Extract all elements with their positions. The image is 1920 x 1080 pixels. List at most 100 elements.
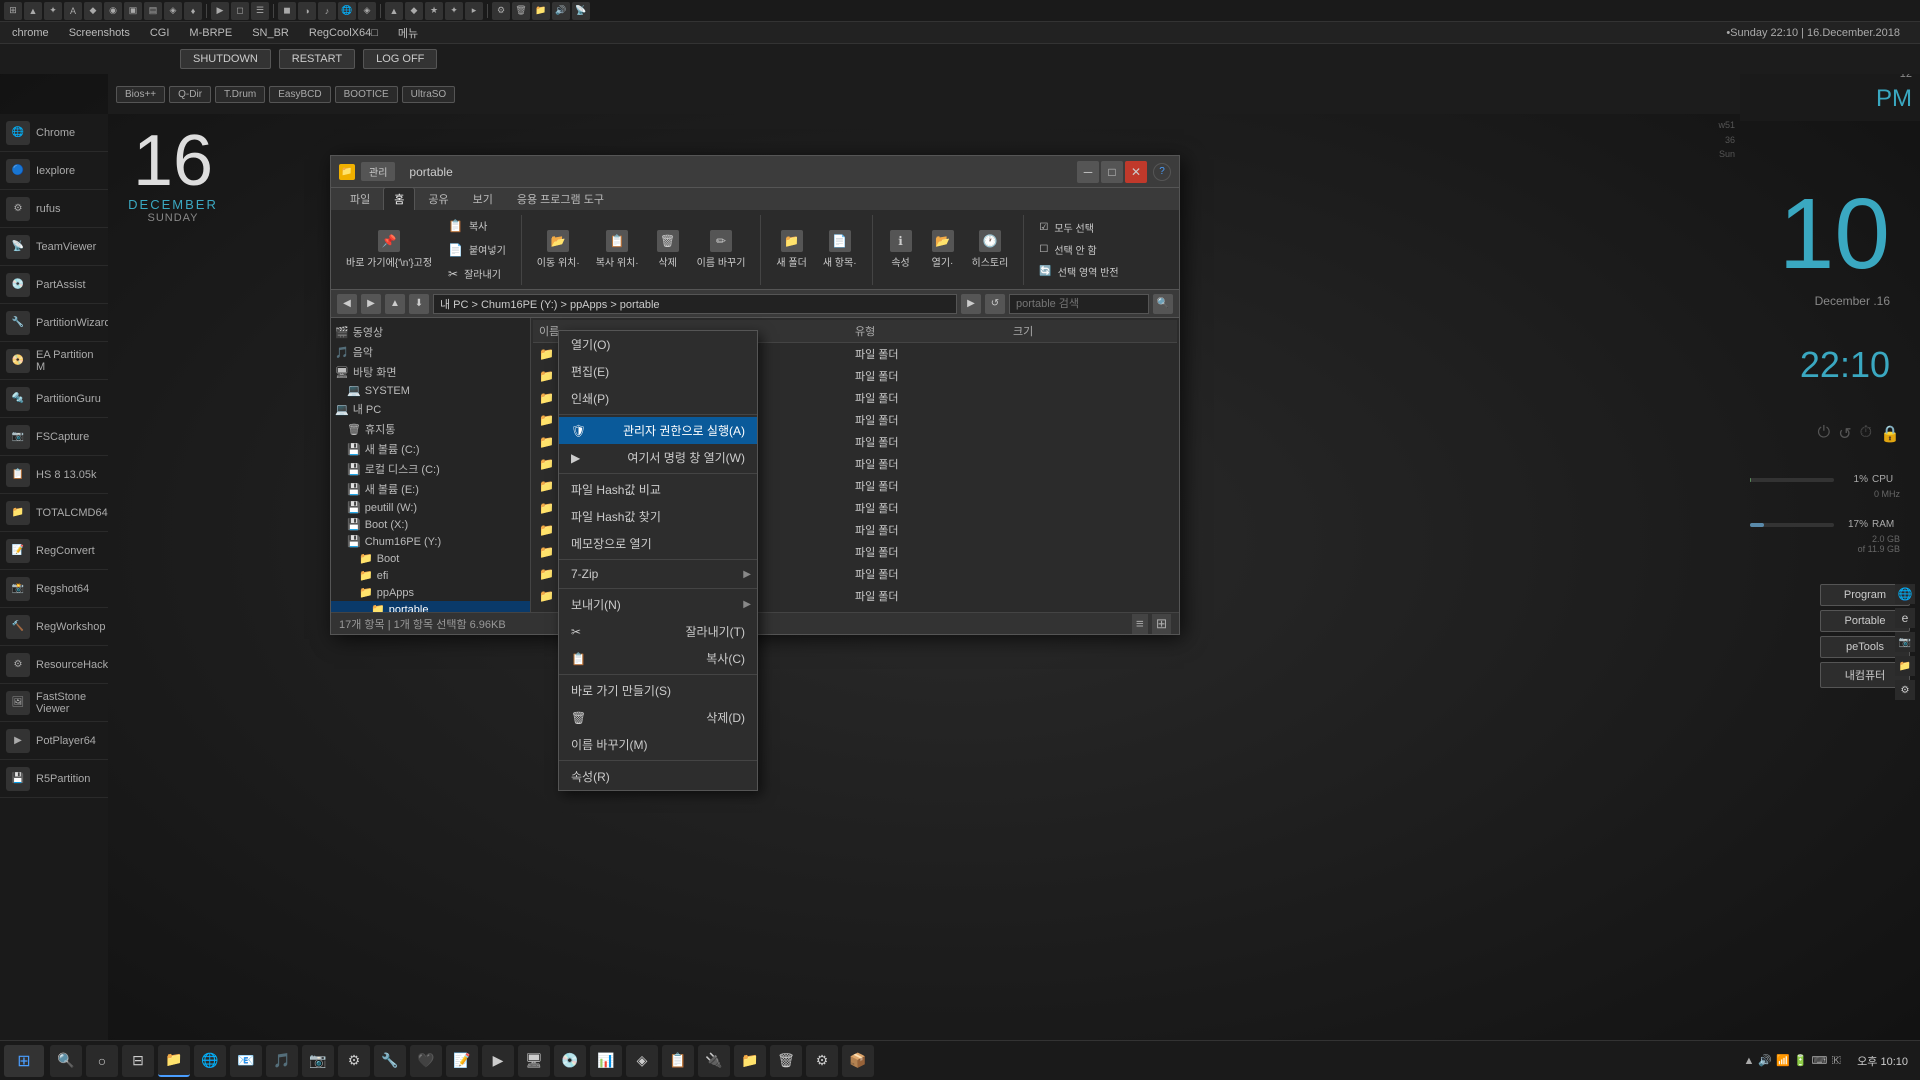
toolbar-icon-25[interactable]: 📁 [532, 2, 550, 20]
start-button[interactable]: ⊞ [4, 1045, 44, 1077]
sidebar-item-faststone[interactable]: 🖼 FastStone Viewer [0, 684, 108, 722]
taskbar-photo-icon[interactable]: 📷 [302, 1045, 334, 1077]
ctx-create-shortcut[interactable]: 바로 가기 만들기(S) [559, 677, 757, 704]
refresh-button[interactable]: ↺ [985, 294, 1005, 314]
toolbar-icon-6[interactable]: ▣ [124, 2, 142, 20]
ql-ultraso[interactable]: UltraSO [402, 86, 456, 103]
settings-icon[interactable]: ⏱ [1860, 424, 1872, 444]
sidebar-item-partitionwizard[interactable]: 🔧 PartitionWizard [0, 304, 108, 342]
menu-screenshots[interactable]: Screenshots [65, 25, 134, 41]
taskbar-folder2-icon[interactable]: 📁 [734, 1045, 766, 1077]
ribbon-delete-button[interactable]: 🗑 삭제 [648, 225, 688, 274]
tab-home[interactable]: 홈 [383, 187, 415, 210]
tray-keyboard-icon[interactable]: ⌨ [1812, 1054, 1828, 1067]
menu-regcool[interactable]: RegCoolX64□ [305, 25, 382, 41]
taskbar-clip-icon[interactable]: 📋 [662, 1045, 694, 1077]
toolbar-windows-icon[interactable]: ⊞ [4, 2, 22, 20]
toolbar-icon-22[interactable]: ▸ [465, 2, 483, 20]
power-icon[interactable]: ⏻ [1818, 424, 1831, 444]
taskbar-player-icon[interactable]: ▶ [482, 1045, 514, 1077]
taskbar-plug-icon[interactable]: 🔌 [698, 1045, 730, 1077]
sidebar-item-regworkshop[interactable]: 🔨 RegWorkshop [0, 608, 108, 646]
ctx-runas[interactable]: 🛡 관리자 권한으로 실행(A) [559, 417, 757, 444]
help-button[interactable]: ? [1153, 163, 1171, 181]
minimize-button[interactable]: ─ [1077, 161, 1099, 183]
sidebar-item-iexplore[interactable]: 🔵 Iexplore [0, 152, 108, 190]
taskbar-cortana-icon[interactable]: ○ [86, 1045, 118, 1077]
edge-browser-icon[interactable]: 🌐 [1895, 584, 1915, 604]
sidebar-item-r5partition[interactable]: 💾 R5Partition [0, 760, 108, 798]
tree-item-recycle[interactable]: 🗑 휴지통 [331, 419, 530, 439]
taskbar-search-icon[interactable]: 🔍 [50, 1045, 82, 1077]
tree-item-e[interactable]: 💾 새 볼륨 (E:) [331, 479, 530, 499]
maximize-button[interactable]: □ [1101, 161, 1123, 183]
ribbon-newfolder-button[interactable]: 📁 새 폴더 [769, 225, 813, 274]
taskbar-media-icon[interactable]: 🎵 [266, 1045, 298, 1077]
col-size[interactable]: 크기 [1013, 323, 1171, 339]
toolbar-icon-11[interactable]: ◻ [231, 2, 249, 20]
toolbar-icon-10[interactable]: ▶ [211, 2, 229, 20]
tray-volume-icon[interactable]: 🔊 [1758, 1054, 1772, 1067]
menu-cgi[interactable]: CGI [146, 25, 174, 41]
ctx-7zip[interactable]: 7-Zip ▶ [559, 562, 757, 586]
tab-file[interactable]: 파일 [339, 187, 381, 210]
toolbar-icon-13[interactable]: ◼ [278, 2, 296, 20]
taskbar-notepad-icon[interactable]: 📝 [446, 1045, 478, 1077]
tree-item-x[interactable]: 💾 Boot (X:) [331, 516, 530, 533]
toolbar-icon-21[interactable]: ✦ [445, 2, 463, 20]
tree-item-boot[interactable]: 📁 Boot [331, 550, 530, 567]
taskbar-gear-icon[interactable]: ⚙ [806, 1045, 838, 1077]
taskbar-cmd-icon[interactable]: 🖤 [410, 1045, 442, 1077]
toolbar-icon-1[interactable]: ▲ [24, 2, 42, 20]
ribbon-newitem-button[interactable]: 📄 새 항목· [816, 225, 864, 274]
ribbon-copy-button[interactable]: 📋 복사 [441, 215, 513, 237]
address-input[interactable] [433, 294, 957, 314]
ctx-copy[interactable]: 📋 복사(C) [559, 645, 757, 672]
sidebar-item-regconvert[interactable]: 📝 RegConvert [0, 532, 108, 570]
toolbar-icon-8[interactable]: ◈ [164, 2, 182, 20]
logoff-button[interactable]: LOG OFF [363, 49, 437, 69]
toolbar-icon-24[interactable]: 🗑 [512, 2, 530, 20]
ribbon-properties-button[interactable]: ℹ 속성 [881, 225, 921, 274]
toolbar-icon-20[interactable]: ★ [425, 2, 443, 20]
tray-network-icon[interactable]: 📶 [1776, 1054, 1790, 1067]
tab-view[interactable]: 보기 [462, 187, 504, 210]
list-view-button[interactable]: ≡ [1132, 614, 1148, 634]
tree-item-portable[interactable]: 📁 portable [331, 601, 530, 612]
ribbon-invertselect-button[interactable]: 🔄 선택 영역 반전 [1032, 262, 1125, 282]
up-button[interactable]: ▲ [385, 294, 405, 314]
ribbon-paste-button[interactable]: 📄 붙여넣기 [441, 239, 513, 261]
close-button[interactable]: ✕ [1125, 161, 1147, 183]
recent-locations-button[interactable]: ⬇ [409, 294, 429, 314]
edge-icon-3[interactable]: 📷 [1895, 632, 1915, 652]
taskbar-time[interactable]: 오후 10:10 [1849, 1049, 1916, 1073]
search-input[interactable] [1009, 294, 1149, 314]
taskbar-recycle-icon[interactable]: 🗑 [770, 1045, 802, 1077]
ctx-delete[interactable]: 🗑 삭제(D) [559, 704, 757, 731]
taskbar-monitor-icon[interactable]: 🖥 [518, 1045, 550, 1077]
tree-item-ppapps[interactable]: 📁 ppApps [331, 584, 530, 601]
sidebar-item-totalcmd[interactable]: 📁 TOTALCMD64 [0, 494, 108, 532]
taskbar-explorer-icon[interactable]: 📁 [158, 1045, 190, 1077]
grid-view-button[interactable]: ⊞ [1152, 614, 1171, 634]
tree-item-music[interactable]: 🎵 음악 [331, 342, 530, 362]
sidebar-item-resourcehacker[interactable]: ⚙ ResourceHacker [0, 646, 108, 684]
toolbar-icon-12[interactable]: ☰ [251, 2, 269, 20]
toolbar-icon-17[interactable]: ◈ [358, 2, 376, 20]
toolbar-icon-27[interactable]: 📡 [572, 2, 590, 20]
taskbar-taskview-icon[interactable]: ⊟ [122, 1045, 154, 1077]
tree-item-w[interactable]: 💾 peutill (W:) [331, 499, 530, 516]
ribbon-rename-button[interactable]: ✏ 이름 바꾸기 [690, 225, 753, 274]
ctx-cut[interactable]: ✂ 잘라내기(T) [559, 618, 757, 645]
ribbon-cut-button[interactable]: ✂ 잘라내기 [441, 263, 513, 285]
tree-item-local-c[interactable]: 💾 로컬 디스크 (C:) [331, 459, 530, 479]
taskbar-settings-icon[interactable]: ⚙ [338, 1045, 370, 1077]
toolbar-icon-4[interactable]: ◆ [84, 2, 102, 20]
taskbar-tool-icon[interactable]: 🔧 [374, 1045, 406, 1077]
edge-icon-5[interactable]: ⚙ [1895, 680, 1915, 700]
tree-item-y[interactable]: 💾 Chum16PE (Y:) [331, 533, 530, 550]
col-type[interactable]: 유형 [855, 323, 1013, 339]
ribbon-copyto-button[interactable]: 📋 복사 위치· [589, 225, 646, 274]
ctx-open[interactable]: 열기(O) [559, 331, 757, 358]
ribbon-pin-button[interactable]: 📌 바로 가기에{'\n'}고정 [339, 225, 439, 274]
